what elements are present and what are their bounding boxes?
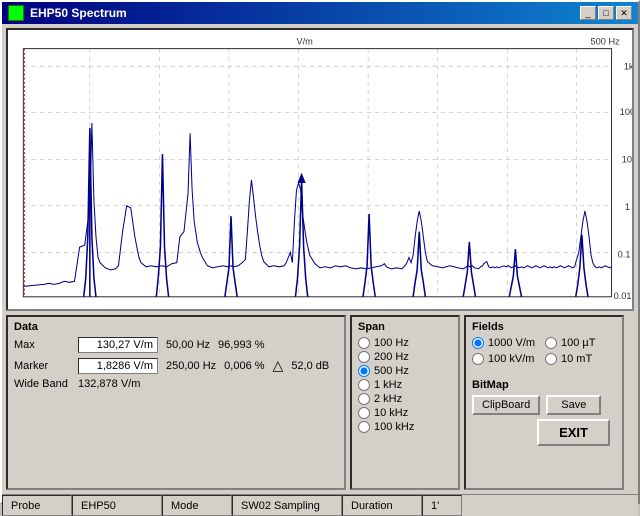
wideband-label: Wide Band (14, 378, 74, 390)
status-device: EHP50 (72, 495, 162, 516)
wideband-value: 132,878 V/m (78, 378, 140, 390)
field-10mt-radio[interactable] (545, 353, 557, 365)
span-200hz-radio[interactable] (358, 351, 370, 363)
span-10khz[interactable]: 10 kHz (358, 407, 452, 419)
span-100hz-radio[interactable] (358, 337, 370, 349)
span-1khz[interactable]: 1 kHz (358, 379, 452, 391)
svg-text:100: 100 (620, 107, 632, 117)
marker-freq: 250,00 Hz (166, 360, 216, 372)
field-10mt-label: 10 mT (561, 353, 592, 365)
wideband-row: Wide Band 132,878 V/m (14, 378, 338, 390)
span-2khz-radio[interactable] (358, 393, 370, 405)
status-bar: Probe EHP50 Mode SW02 Sampling Duration … (2, 494, 638, 516)
field-10mt[interactable]: 10 mT (545, 353, 616, 365)
max-row: Max 130,27 V/m 50,00 Hz 96,993 % (14, 337, 338, 353)
max-pct: 96,993 % (218, 339, 264, 351)
field-100kvm-radio[interactable] (472, 353, 484, 365)
status-sampling: SW02 Sampling (232, 495, 342, 516)
bitmap-title: BitMap (472, 379, 616, 391)
fields-grid: 1000 V/m 100 µT 100 kV/m (472, 337, 616, 367)
bottom-panel: Data Max 130,27 V/m 50,00 Hz 96,993 % Ma… (6, 315, 634, 490)
span-100khz-radio[interactable] (358, 421, 370, 433)
field-1000vm-label: 1000 V/m (488, 337, 535, 349)
title-bar: EHP50 Spectrum _ □ ✕ (2, 2, 638, 24)
db-value: 52,0 dB (291, 360, 329, 372)
app-icon (8, 5, 24, 21)
bitmap-buttons: ClipBoard Save (472, 395, 616, 415)
svg-text:0.1: 0.1 (618, 249, 631, 259)
bitmap-section: BitMap ClipBoard Save (472, 379, 616, 415)
svg-text:500 Hz: 500 Hz (591, 36, 621, 46)
span-100khz-label: 100 kHz (374, 421, 414, 433)
maximize-button[interactable]: □ (598, 6, 614, 20)
field-100ut-radio[interactable] (545, 337, 557, 349)
spectrum-chart: V/m 500 Hz 1k 100 10 1 0.1 0.01 (6, 28, 634, 311)
fields-section: Fields 1000 V/m 100 µT (464, 315, 624, 490)
triangle-icon: △ (273, 357, 284, 374)
svg-text:1k: 1k (624, 61, 632, 71)
field-100ut[interactable]: 100 µT (545, 337, 616, 349)
span-100hz[interactable]: 100 Hz (358, 337, 452, 349)
span-10khz-label: 10 kHz (374, 407, 408, 419)
field-1000vm[interactable]: 1000 V/m (472, 337, 543, 349)
data-section: Data Max 130,27 V/m 50,00 Hz 96,993 % Ma… (6, 315, 346, 490)
max-freq: 50,00 Hz (166, 339, 210, 351)
title-bar-left: EHP50 Spectrum (8, 5, 127, 21)
span-title: Span (358, 321, 452, 333)
close-button[interactable]: ✕ (616, 6, 632, 20)
max-value: 130,27 V/m (78, 337, 158, 353)
title-controls: _ □ ✕ (580, 6, 632, 20)
bottom-right-top: Span 100 Hz 200 Hz 500 Hz (350, 315, 634, 490)
marker-value: 1,8286 V/m (78, 358, 158, 374)
span-section: Span 100 Hz 200 Hz 500 Hz (350, 315, 460, 490)
clipboard-button[interactable]: ClipBoard (472, 395, 540, 415)
span-2khz[interactable]: 2 kHz (358, 393, 452, 405)
max-label: Max (14, 339, 74, 351)
span-10khz-radio[interactable] (358, 407, 370, 419)
span-100hz-label: 100 Hz (374, 337, 409, 349)
exit-area: EXIT (472, 415, 616, 446)
save-button[interactable]: Save (546, 395, 601, 415)
window-title: EHP50 Spectrum (30, 6, 127, 20)
exit-button[interactable]: EXIT (537, 419, 610, 446)
field-100ut-label: 100 µT (561, 337, 595, 349)
status-mode: Mode (162, 495, 232, 516)
span-500hz-radio[interactable] (358, 365, 370, 377)
status-probe: Probe (2, 495, 72, 516)
span-200hz[interactable]: 200 Hz (358, 351, 452, 363)
field-100kvm[interactable]: 100 kV/m (472, 353, 543, 365)
field-1000vm-radio[interactable] (472, 337, 484, 349)
fields-title: Fields (472, 321, 616, 333)
svg-text:V/m: V/m (296, 36, 313, 46)
minimize-button[interactable]: _ (580, 6, 596, 20)
status-duration: Duration (342, 495, 422, 516)
svg-text:1: 1 (625, 202, 630, 212)
main-window: EHP50 Spectrum _ □ ✕ V/m 500 Hz 1k (0, 0, 640, 504)
main-content: V/m 500 Hz 1k 100 10 1 0.1 0.01 (2, 24, 638, 494)
bottom-right: Span 100 Hz 200 Hz 500 Hz (350, 315, 634, 490)
status-value: 1' (422, 495, 462, 516)
span-200hz-label: 200 Hz (374, 351, 409, 363)
marker-row: Marker 1,8286 V/m 250,00 Hz 0,006 % △ 52… (14, 357, 338, 374)
svg-text:0.01: 0.01 (614, 291, 632, 301)
marker-label: Marker (14, 360, 74, 372)
marker-pct: 0,006 % (224, 360, 264, 372)
span-500hz-label: 500 Hz (374, 365, 409, 377)
field-100kvm-label: 100 kV/m (488, 353, 534, 365)
data-title: Data (14, 321, 338, 333)
span-1khz-radio[interactable] (358, 379, 370, 391)
span-100khz[interactable]: 100 kHz (358, 421, 452, 433)
span-2khz-label: 2 kHz (374, 393, 402, 405)
svg-text:10: 10 (622, 154, 632, 164)
span-1khz-label: 1 kHz (374, 379, 402, 391)
span-500hz[interactable]: 500 Hz (358, 365, 452, 377)
